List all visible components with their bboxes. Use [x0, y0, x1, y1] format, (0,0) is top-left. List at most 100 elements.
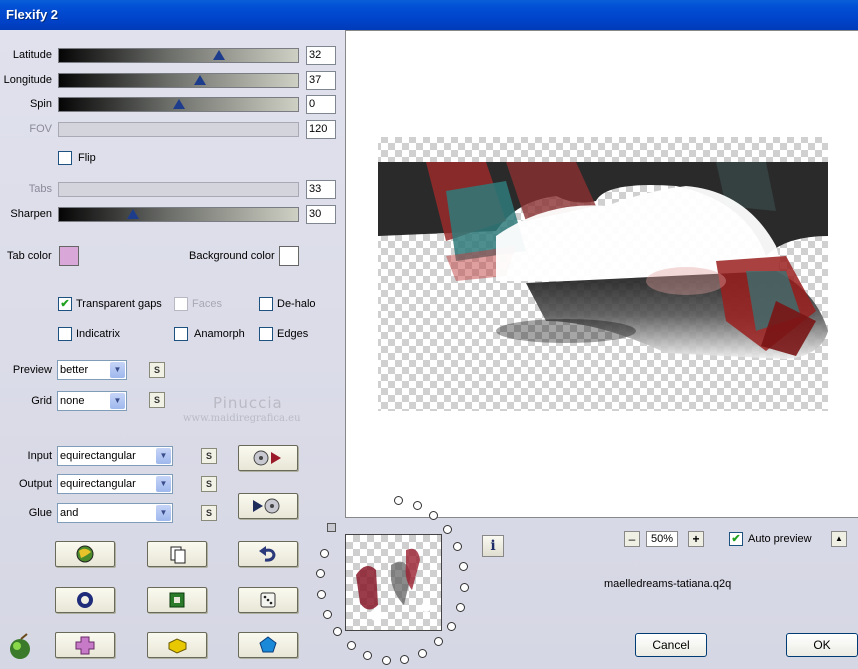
- background-color-swatch[interactable]: [279, 246, 299, 266]
- input-s-button[interactable]: S: [201, 448, 217, 464]
- indicatrix-checkbox[interactable]: [58, 327, 72, 341]
- anamorph-checkbox[interactable]: [174, 327, 188, 341]
- preview-select-value: better: [60, 364, 89, 376]
- navigator-dot: [400, 655, 409, 664]
- glue-s-button[interactable]: S: [201, 505, 217, 521]
- globe-icon: [76, 545, 94, 563]
- edges-label: Edges: [277, 328, 309, 340]
- navigator-dot: [320, 549, 329, 558]
- square-shape-button[interactable]: [147, 587, 207, 613]
- chevron-down-icon: ▼: [156, 448, 171, 464]
- slider-value-field[interactable]: 30: [306, 205, 336, 224]
- output-select[interactable]: equirectangular ▼: [57, 474, 173, 494]
- edges-checkbox[interactable]: [259, 327, 273, 341]
- navigator-dot: [434, 637, 443, 646]
- play-disc-icon: [253, 498, 280, 514]
- slider-value-field[interactable]: 32: [306, 46, 336, 65]
- dice-icon: [260, 592, 276, 608]
- grid-label: Grid: [31, 395, 52, 407]
- slider-value-field[interactable]: 120: [306, 120, 336, 139]
- navigator-dot: [317, 590, 326, 599]
- glue-select-value: and: [60, 507, 79, 519]
- undo-icon: [259, 546, 276, 562]
- navigator-dot: [333, 627, 342, 636]
- copy-icon: [170, 546, 186, 564]
- navigator-dot: [443, 525, 452, 534]
- slider-thumb[interactable]: [173, 99, 185, 109]
- watermark-url: www.maidiregrafica.eu: [183, 413, 301, 424]
- auto-preview-label: Auto preview: [748, 533, 812, 545]
- preview-canvas[interactable]: [345, 30, 858, 518]
- slider-thumb[interactable]: [213, 50, 225, 60]
- info-button[interactable]: i: [482, 535, 504, 557]
- glue-select[interactable]: and ▼: [57, 503, 173, 523]
- navigator-dot: [456, 603, 465, 612]
- zoom-level: 50%: [646, 531, 678, 547]
- output-select-value: equirectangular: [60, 478, 136, 490]
- save-preset-button[interactable]: [238, 493, 298, 519]
- slider-thumb[interactable]: [194, 75, 206, 85]
- disc-play-icon: [253, 450, 281, 466]
- random-dice-button[interactable]: [238, 587, 298, 613]
- navigator-dot: [316, 569, 325, 578]
- navigator-dot: [394, 496, 403, 505]
- slider-track[interactable]: [58, 73, 299, 88]
- pentagon-shape-button[interactable]: [238, 632, 298, 658]
- slider-value-field[interactable]: 33: [306, 180, 336, 199]
- navigator-dot: [447, 622, 456, 631]
- grid-s-button[interactable]: S: [149, 392, 165, 408]
- slider-track: [58, 182, 299, 197]
- slider-value-field[interactable]: 0: [306, 95, 336, 114]
- preview-select[interactable]: better ▼: [57, 360, 127, 380]
- slider-track[interactable]: [58, 97, 299, 112]
- cancel-button[interactable]: Cancel: [635, 633, 707, 657]
- tab-color-label: Tab color: [7, 250, 52, 262]
- navigator-handle[interactable]: [327, 523, 336, 532]
- randomize-button[interactable]: [55, 541, 115, 567]
- brick-shape-button[interactable]: [147, 632, 207, 658]
- slider-label: Sharpen: [10, 208, 52, 220]
- pentagon-icon: [259, 636, 277, 653]
- window-title: Flexify 2: [6, 7, 59, 22]
- zoom-in-button[interactable]: +: [688, 531, 704, 547]
- navigator-dot: [347, 641, 356, 650]
- input-select[interactable]: equirectangular ▼: [57, 446, 173, 466]
- flip-checkbox[interactable]: [58, 151, 72, 165]
- brick-icon: [168, 638, 187, 654]
- circle-shape-button[interactable]: [55, 587, 115, 613]
- load-preset-button[interactable]: [238, 445, 298, 471]
- output-label: Output: [18, 478, 52, 490]
- dehalo-checkbox[interactable]: [259, 297, 273, 311]
- grid-select[interactable]: none ▼: [57, 391, 127, 411]
- collapse-button[interactable]: ▲: [831, 531, 847, 547]
- flip-label: Flip: [78, 152, 96, 164]
- navigator-dot: [459, 562, 468, 571]
- slider-value-field[interactable]: 37: [306, 71, 336, 90]
- copy-button[interactable]: [147, 541, 207, 567]
- zoom-out-button[interactable]: –: [624, 531, 640, 547]
- transparent-gaps-checkbox[interactable]: ✔: [58, 297, 72, 311]
- chevron-down-icon: ▼: [110, 393, 125, 409]
- chevron-down-icon: ▼: [156, 476, 171, 492]
- output-s-button[interactable]: S: [201, 476, 217, 492]
- glue-label: Glue: [28, 507, 52, 519]
- ok-button[interactable]: OK: [786, 633, 858, 657]
- chevron-down-icon: ▼: [156, 505, 171, 521]
- preview-s-button[interactable]: S: [149, 362, 165, 378]
- indicatrix-label: Indicatrix: [76, 328, 121, 340]
- auto-preview-checkbox[interactable]: ✔: [729, 532, 743, 546]
- navigator-dot: [323, 610, 332, 619]
- slider-label: Longitude: [3, 74, 52, 86]
- slider-track[interactable]: [58, 207, 299, 222]
- undo-button[interactable]: [238, 541, 298, 567]
- ring-icon: [77, 592, 93, 608]
- cross-shape-button[interactable]: [55, 632, 115, 658]
- navigator-thumbnail[interactable]: [345, 534, 442, 631]
- slider-thumb[interactable]: [127, 209, 139, 219]
- tab-color-swatch[interactable]: [59, 246, 79, 266]
- navigator-dot: [460, 583, 469, 592]
- navigator-dot: [413, 501, 422, 510]
- slider-track[interactable]: [58, 48, 299, 63]
- preview-label: Preview: [12, 364, 52, 376]
- slider-label: Latitude: [12, 49, 52, 61]
